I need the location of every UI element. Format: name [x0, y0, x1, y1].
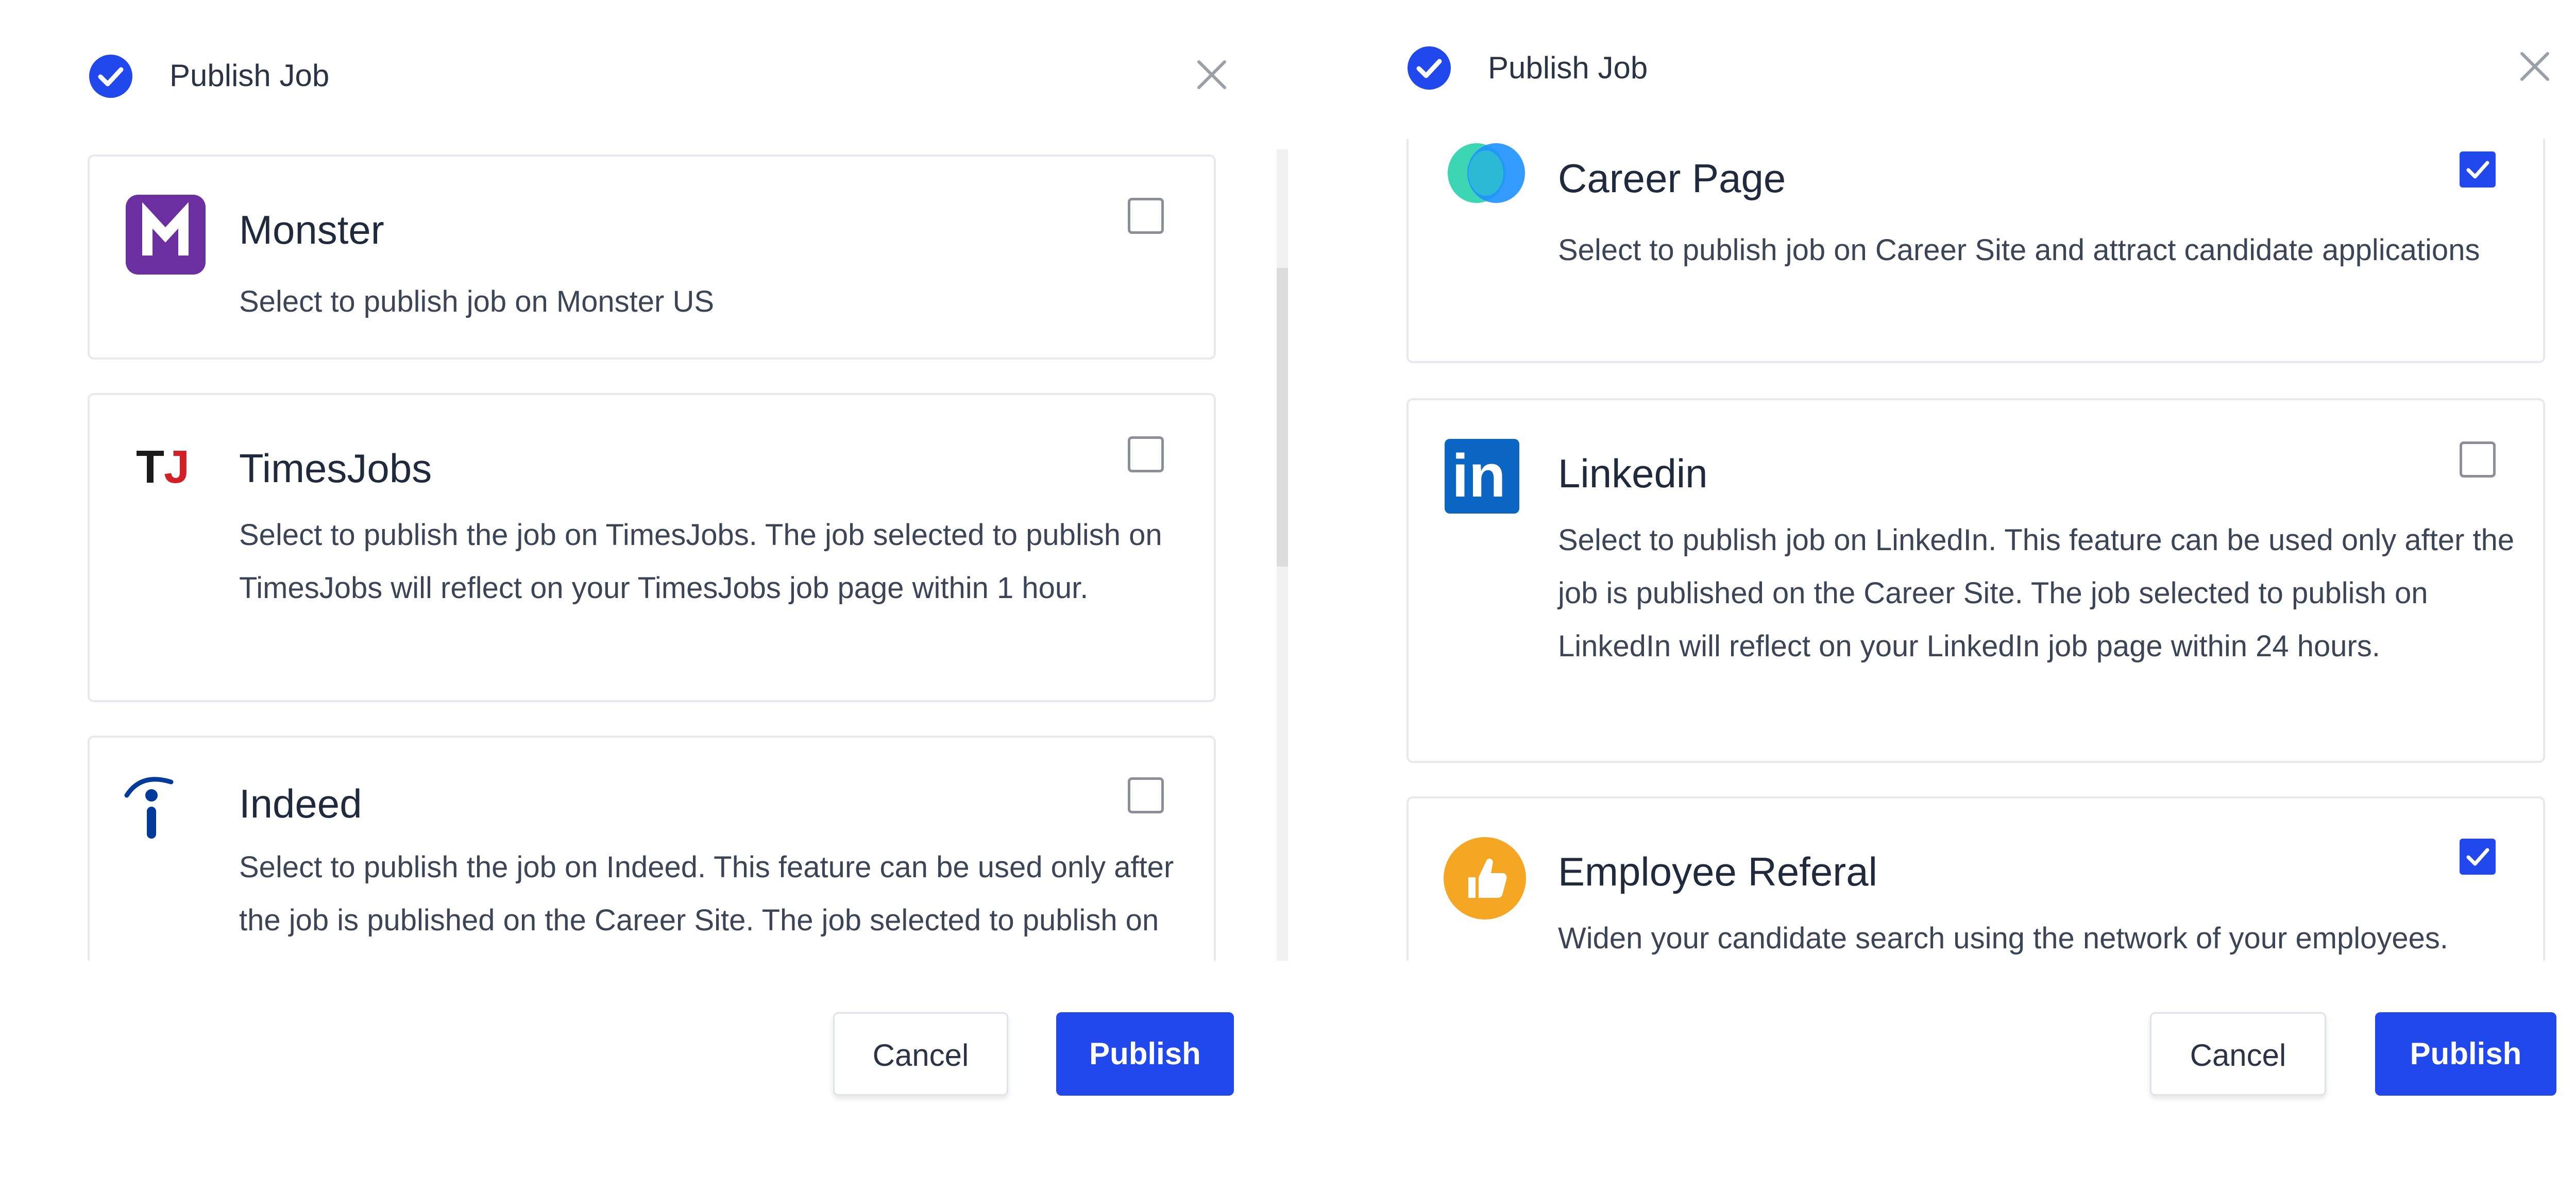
job-board-list[interactable]: Career Page Select to publish job on Car… [1406, 139, 2576, 961]
card-title: Monster [239, 207, 384, 252]
monster-logo [126, 195, 206, 275]
checkbox-timesjobs[interactable] [1128, 436, 1164, 472]
job-board-card-employee-referral[interactable]: Employee Referal Widen your candidate se… [1406, 796, 2545, 961]
check-circle-icon [89, 55, 132, 98]
publish-button[interactable]: Publish [2375, 1012, 2556, 1096]
card-description: Widen your candidate search using the ne… [1558, 922, 2449, 955]
card-description: Select to publish job on Monster US [239, 285, 715, 318]
publish-button[interactable]: Publish [1056, 1012, 1234, 1096]
checkbox-career-page[interactable] [2460, 151, 2496, 188]
dialog-title: Publish Job [170, 58, 330, 93]
career-page-logo [1445, 141, 1527, 206]
job-board-card-indeed[interactable]: Indeed Select to publish the job on Inde… [88, 736, 1216, 961]
card-description: Select to publish job on Career Site and… [1558, 233, 2480, 267]
scrollbar-thumb[interactable] [1277, 268, 1288, 567]
publish-job-dialog-left: Publish Job Monster Select to publish jo… [0, 0, 1309, 1192]
card-description: Select to publish the job on Indeed. Thi… [239, 850, 1174, 961]
card-description: Select to publish job on LinkedIn. This … [1558, 523, 2515, 663]
timesjobs-logo: T J [136, 441, 190, 493]
close-icon[interactable] [1194, 57, 1230, 93]
publish-job-dialog-right: Publish Job Career Page Select to publis… [1319, 0, 2576, 1192]
linkedin-logo: in [1445, 439, 1519, 514]
checkbox-linkedin[interactable] [2460, 441, 2496, 478]
check-circle-icon [1408, 46, 1451, 90]
job-board-card-linkedin[interactable]: in Linkedin Select to publish job on Lin… [1406, 398, 2545, 763]
checkbox-indeed[interactable] [1128, 777, 1164, 813]
close-icon[interactable] [2517, 48, 2553, 84]
card-title: Indeed [239, 781, 362, 826]
checkbox-monster[interactable] [1128, 198, 1164, 234]
card-title: Career Page [1558, 156, 1786, 201]
job-board-card-monster[interactable]: Monster Select to publish job on Monster… [88, 155, 1216, 360]
indeed-logo [121, 769, 177, 841]
cancel-button[interactable]: Cancel [833, 1012, 1008, 1096]
cancel-button[interactable]: Cancel [2150, 1012, 2326, 1096]
dialog-title: Publish Job [1488, 50, 1648, 85]
employee-referral-logo [1444, 837, 1526, 919]
job-board-list[interactable]: Monster Select to publish job on Monster… [88, 149, 1293, 961]
card-title: Linkedin [1558, 451, 1708, 496]
checkbox-employee-referral[interactable] [2460, 839, 2496, 875]
card-description: Select to publish the job on TimesJobs. … [239, 518, 1162, 605]
card-title: TimesJobs [239, 446, 432, 491]
job-board-card-career-page[interactable]: Career Page Select to publish job on Car… [1406, 139, 2545, 363]
job-board-card-timesjobs[interactable]: T J TimesJobs Select to publish the job … [88, 393, 1216, 702]
card-title: Employee Referal [1558, 849, 1877, 894]
